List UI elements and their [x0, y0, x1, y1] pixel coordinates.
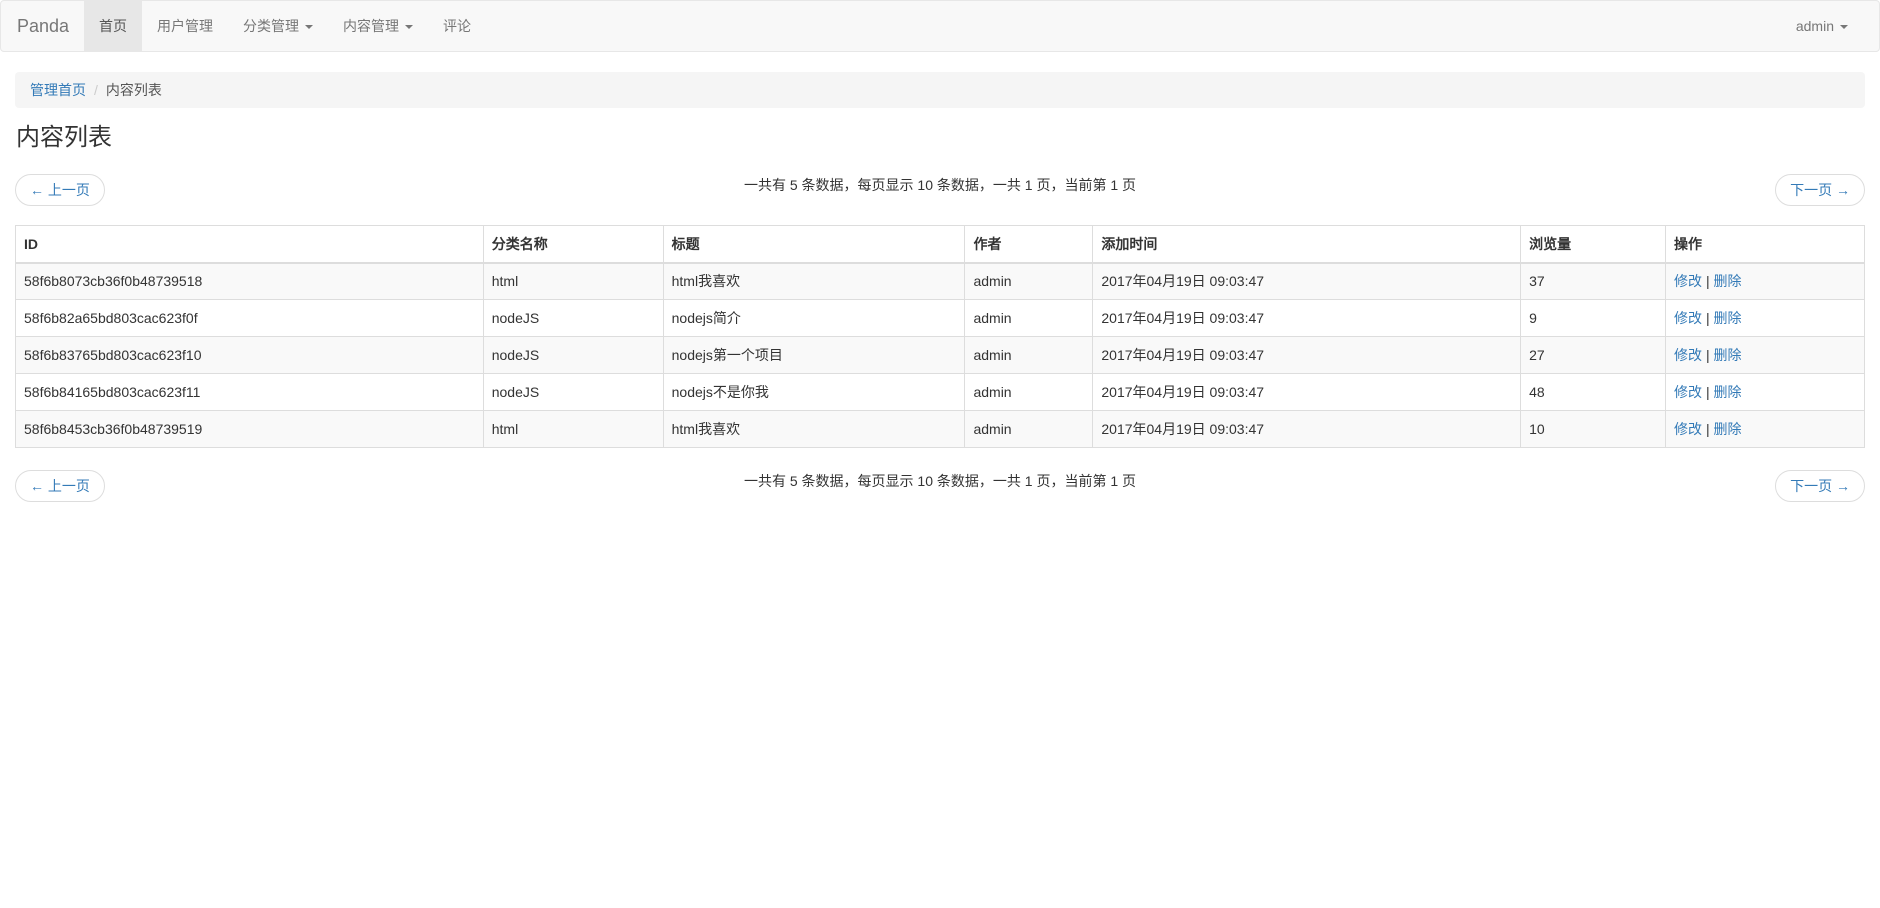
cell-author: admin: [964, 299, 1094, 337]
table-row: 58f6b8453cb36f0b48739519 html html我喜欢 ad…: [15, 410, 1865, 448]
action-separator: |: [1705, 421, 1710, 437]
page-title: 内容列表: [16, 124, 112, 151]
edit-link[interactable]: 修改: [1674, 310, 1702, 326]
breadcrumb-current: 内容列表: [105, 82, 162, 98]
cell-title: nodejs不是你我: [662, 373, 966, 411]
action-separator: |: [1705, 273, 1710, 290]
breadcrumb-separator: /: [94, 82, 98, 98]
cell-id: 58f6b8453cb36f0b48739519: [15, 410, 484, 448]
nav-item-home[interactable]: 首页: [84, 1, 142, 51]
action-separator: |: [1705, 347, 1710, 363]
table-row: 58f6b8073cb36f0b48739518 html html我喜欢 ad…: [15, 262, 1865, 300]
cell-views: 9: [1520, 299, 1667, 337]
nav-item-content-label: 内容管理: [343, 18, 399, 34]
edit-link[interactable]: 修改: [1674, 421, 1702, 437]
cell-views: 10: [1520, 410, 1667, 448]
cell-time: 2017年04月19日 09:03:47: [1092, 299, 1522, 337]
nav-item-content[interactable]: 内容管理: [328, 1, 428, 51]
delete-link[interactable]: 删除: [1713, 310, 1741, 326]
cell-category: nodeJS: [482, 336, 664, 374]
cell-id: 58f6b83765bd803cac623f10: [15, 336, 484, 374]
cell-id: 58f6b84165bd803cac623f11: [15, 373, 484, 411]
delete-link[interactable]: 删除: [1713, 384, 1741, 400]
nav-item-categories-label: 分类管理: [243, 18, 299, 34]
chevron-down-icon: [305, 25, 313, 30]
cell-time: 2017年04月19日 09:03:47: [1092, 336, 1522, 374]
next-page-button-bottom[interactable]: 下一页 →: [1775, 470, 1865, 502]
table-header-row: ID 分类名称 标题 作者 添加时间 浏览量 操作: [15, 225, 1865, 264]
nav-item-categories[interactable]: 分类管理: [228, 1, 328, 51]
delete-link[interactable]: 删除: [1713, 347, 1741, 363]
nav-item-users-label: 用户管理: [157, 18, 213, 34]
cell-actions: 修改 | 删除: [1665, 262, 1865, 300]
cell-time: 2017年04月19日 09:03:47: [1092, 373, 1522, 411]
edit-link[interactable]: 修改: [1674, 347, 1702, 363]
pager-info-top: 一共有 5 条数据，每页显示 10 条数据，一共 1 页，当前第 1 页: [743, 177, 1137, 193]
cell-title: nodejs第一个项目: [662, 336, 966, 374]
cell-author: admin: [964, 410, 1094, 448]
cell-id: 58f6b8073cb36f0b48739518: [15, 262, 484, 300]
cell-time: 2017年04月19日 09:03:47: [1092, 410, 1522, 448]
cell-author: admin: [964, 336, 1094, 374]
cell-views: 48: [1520, 373, 1667, 411]
cell-actions: 修改 | 删除: [1665, 410, 1865, 448]
breadcrumb-home-link[interactable]: 管理首页: [30, 82, 86, 98]
cell-actions: 修改 | 删除: [1665, 336, 1865, 374]
breadcrumb: 管理首页 / 内容列表: [15, 72, 1865, 108]
edit-link[interactable]: 修改: [1674, 273, 1702, 289]
brand-logo[interactable]: Panda: [17, 1, 69, 51]
cell-views: 27: [1520, 336, 1667, 374]
column-header-actions: 操作: [1665, 225, 1865, 264]
table-row: 58f6b82a65bd803cac623f0f nodeJS nodejs简介…: [15, 299, 1865, 337]
table-header: ID 分类名称 标题 作者 添加时间 浏览量 操作: [15, 225, 1865, 264]
table-body: 58f6b8073cb36f0b48739518 html html我喜欢 ad…: [15, 262, 1865, 448]
cell-id: 58f6b82a65bd803cac623f0f: [15, 299, 484, 337]
cell-actions: 修改 | 删除: [1665, 299, 1865, 337]
cell-category: nodeJS: [482, 299, 664, 337]
user-menu-label: admin: [1795, 18, 1834, 34]
pager-info-bottom: 一共有 5 条数据，每页显示 10 条数据，一共 1 页，当前第 1 页: [743, 473, 1137, 489]
cell-category: html: [482, 410, 664, 448]
user-menu[interactable]: admin: [1781, 1, 1863, 51]
chevron-down-icon: [1840, 25, 1848, 30]
column-header-id: ID: [15, 225, 484, 264]
table-row: 58f6b83765bd803cac623f10 nodeJS nodejs第一…: [15, 336, 1865, 374]
cell-title: html我喜欢: [662, 410, 966, 448]
nav-item-home-label: 首页: [99, 18, 127, 34]
cell-views: 37: [1520, 262, 1667, 300]
column-header-author: 作者: [964, 225, 1094, 264]
column-header-time: 添加时间: [1092, 225, 1522, 264]
column-header-category: 分类名称: [482, 225, 664, 264]
nav-item-comments-label: 评论: [443, 18, 471, 34]
cell-category: html: [482, 262, 664, 300]
edit-link[interactable]: 修改: [1674, 384, 1702, 400]
nav-item-comments[interactable]: 评论: [428, 1, 486, 51]
table-row: 58f6b84165bd803cac623f11 nodeJS nodejs不是…: [15, 373, 1865, 411]
next-page-button-top[interactable]: 下一页 →: [1775, 174, 1865, 206]
top-navbar: Panda 首页 用户管理 分类管理 内容管理 评论 admin: [0, 0, 1880, 52]
cell-category: nodeJS: [482, 373, 664, 411]
action-separator: |: [1705, 384, 1710, 400]
main-nav: 首页 用户管理 分类管理 内容管理 评论: [84, 1, 486, 51]
cell-title: html我喜欢: [662, 262, 966, 300]
nav-item-users[interactable]: 用户管理: [142, 1, 228, 51]
cell-title: nodejs简介: [662, 299, 966, 337]
chevron-down-icon: [405, 25, 413, 30]
delete-link[interactable]: 删除: [1713, 273, 1741, 289]
delete-link[interactable]: 删除: [1713, 421, 1741, 437]
cell-actions: 修改 | 删除: [1665, 373, 1865, 411]
column-header-title: 标题: [662, 225, 966, 264]
cell-time: 2017年04月19日 09:03:47: [1092, 262, 1522, 300]
column-header-views: 浏览量: [1520, 225, 1667, 264]
content-table: ID 分类名称 标题 作者 添加时间 浏览量 操作 58f6b8073cb36f…: [15, 225, 1865, 448]
cell-author: admin: [964, 373, 1094, 411]
cell-author: admin: [964, 262, 1094, 300]
action-separator: |: [1705, 310, 1710, 326]
